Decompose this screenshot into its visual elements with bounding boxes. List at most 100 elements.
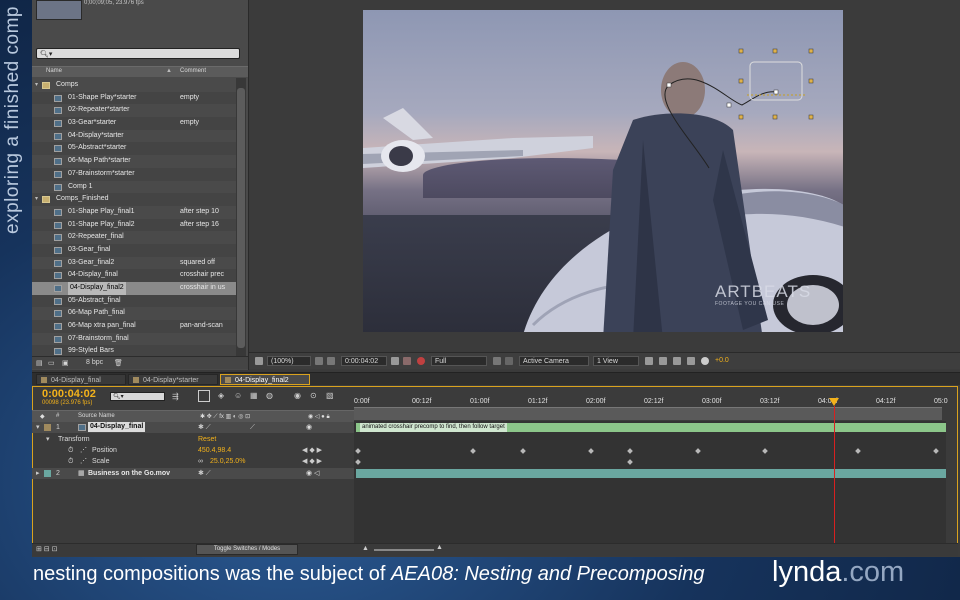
work-area-bar[interactable] (354, 407, 942, 420)
position-row[interactable]: ⏱︎ ⋰ Position 450.4,98.4 ◀ ◆ ▶ (32, 445, 354, 456)
project-comp-row[interactable]: 03-Gear*starter empty (32, 117, 236, 130)
video-frame[interactable]: ARTBEATS FOOTAGE YOU CAN USE (363, 10, 843, 332)
project-comp-row[interactable]: 01-Shape Play_final1 after step 10 (32, 206, 236, 219)
sort-icon[interactable]: ▲ (166, 68, 172, 74)
bpc-label[interactable]: 8 bpc (86, 359, 103, 366)
frame-blending-icon[interactable]: ▦ (250, 391, 258, 400)
layer-switch-icons[interactable]: ✱ ⟋ (198, 468, 211, 479)
timeline-icon[interactable] (673, 357, 681, 365)
project-comp-row[interactable]: 03-Gear_final (32, 243, 236, 257)
label-column-icon[interactable]: ◆ (40, 413, 45, 420)
project-comp-row[interactable]: 01-Shape Play_final2 after step 16 (32, 218, 236, 232)
view-layout-select[interactable]: 1 View (593, 356, 639, 366)
expand-triangle-icon[interactable]: ▾ (36, 422, 40, 433)
timeline-timecode[interactable]: 0:00:04:02 (42, 388, 96, 400)
track-area[interactable] (354, 421, 946, 545)
motion-blur-icon[interactable]: ◍ (266, 391, 273, 400)
project-comp-row[interactable]: 06-Map Path_final (32, 307, 236, 320)
project-comp-row[interactable]: 06-Map xtra pan_final pan-and-scan (32, 320, 236, 333)
show-channel-icon[interactable] (403, 357, 411, 365)
toggle-switches-modes-button[interactable]: Toggle Switches / Modes (196, 544, 298, 555)
brainstorm-icon[interactable]: ◉ (294, 391, 301, 400)
timeline-tab[interactable]: 04-Display_final (36, 374, 126, 385)
timeline-tab[interactable]: 04-Display_final2 (220, 374, 310, 385)
live-update-icon[interactable] (198, 390, 210, 402)
scale-row[interactable]: ⏱︎ ⋰ Scale ∞ 25.0,25.0% ◀ ◆ ▶ (32, 456, 354, 467)
keyframe-navigator[interactable]: ◀ ◆ ▶ (302, 445, 322, 456)
layer-name[interactable]: Business on the Go.mov (88, 468, 170, 479)
project-comp-row[interactable]: 05-Abstract*starter (32, 142, 236, 156)
project-comp-row[interactable]: 05-Abstract_final (32, 294, 236, 308)
project-search-input[interactable]: 🔍︎▾ (36, 48, 240, 59)
timeline-search-input[interactable]: 🔍︎▾ (110, 392, 165, 401)
expand-triangle-icon[interactable]: ▾ (46, 434, 50, 445)
collapse-transform-icon[interactable]: ✱ ⟋ (198, 422, 211, 433)
number-column-header[interactable]: # (56, 413, 59, 419)
layer-name[interactable]: 04-Display_final (88, 422, 146, 432)
quality-switch-icon[interactable]: ⟋ (250, 422, 255, 433)
zoom-out-icon[interactable]: ▲ (362, 545, 369, 552)
project-comp-row[interactable]: 06-Map Path*starter (32, 155, 236, 168)
expand-triangle-icon[interactable]: ▾ (35, 79, 38, 92)
graph-editor-icon[interactable]: ▧ (326, 391, 334, 400)
project-comp-row[interactable]: 04-Display*starter (32, 130, 236, 143)
constrain-proportions-icon[interactable]: ∞ (198, 456, 203, 467)
graph-icon[interactable]: ⋰ (80, 445, 87, 456)
viewer-timecode[interactable]: 0:00:04:02 (341, 356, 387, 366)
project-comp-row[interactable]: 02-Repeater*starter (32, 104, 236, 117)
project-comp-row[interactable]: 01-Shape Play*starter empty (32, 91, 236, 105)
timeline-tab[interactable]: 04-Display*starter (128, 374, 218, 385)
layer-row-2[interactable]: ▸ 2 ▦ Business on the Go.mov ✱ ⟋ ◉ ◁ (32, 468, 354, 479)
fast-previews-icon[interactable] (659, 357, 667, 365)
graph-icon[interactable]: ⋰ (80, 456, 87, 467)
name-column-header[interactable]: Name (46, 68, 62, 74)
stopwatch-icon[interactable]: ⏱︎ (68, 456, 73, 467)
time-ruler[interactable]: 0:00f 00:12f 01:00f 01:12f 02:00f 02:12f 03:00… (354, 393, 948, 421)
new-folder-icon[interactable]: ▭ (48, 359, 55, 367)
color-channel-icon[interactable] (417, 357, 425, 365)
project-scrollbar[interactable] (236, 78, 246, 358)
position-value[interactable]: 450.4,98.4 (198, 445, 231, 456)
exposure-value[interactable]: +0.0 (715, 357, 729, 364)
region-of-interest-icon[interactable] (493, 357, 501, 365)
project-comp-row[interactable]: 02-Repeater_final (32, 231, 236, 244)
zoom-in-icon[interactable]: ▲ (436, 544, 443, 551)
project-comp-row[interactable]: 03-Gear_final2 squared off (32, 257, 236, 270)
camera-select[interactable]: Active Camera (519, 356, 589, 366)
layer-switches-icon[interactable]: ⊞ ⊟ ⊡ (36, 545, 58, 553)
motion-path-overlay[interactable] (477, 20, 843, 332)
draft-3d-icon[interactable]: ◈ (218, 391, 224, 400)
comp-flowchart-icon[interactable] (687, 357, 695, 365)
always-preview-icon[interactable] (255, 357, 263, 365)
hide-shy-layers-icon[interactable]: ☺ (234, 391, 242, 400)
project-comp-row[interactable]: 04-Display_final2 crosshair in us (32, 282, 236, 295)
auto-keyframe-icon[interactable]: ⊙ (310, 391, 317, 400)
av-column-icons[interactable]: ◉ ◁ ● 🔒︎ (308, 413, 330, 421)
project-comp-row[interactable]: Comp 1 (32, 181, 236, 194)
current-time-indicator-head[interactable] (829, 398, 839, 406)
switches-column-icons[interactable]: ✱ ✥ ⟋ fx ▥ ◐ ◎ ⊡ (200, 413, 250, 421)
audio-video-icon[interactable]: ◉ ◁ (306, 468, 319, 479)
magnification-select[interactable]: (100%) (267, 356, 311, 366)
transparency-grid-icon[interactable] (505, 357, 513, 365)
expand-triangle-icon[interactable]: ▸ (36, 468, 40, 479)
project-comp-row[interactable]: 07-Brainstorm*starter (32, 167, 236, 181)
zoom-slider[interactable] (374, 549, 434, 551)
stopwatch-icon[interactable]: ⏱︎ (68, 445, 73, 456)
layer-2-duration-bar[interactable] (356, 469, 946, 478)
resolution-select[interactable]: Full (431, 356, 487, 366)
comp-mini-flowchart-icon[interactable]: ⇶ (172, 392, 179, 401)
scrollbar-thumb[interactable] (237, 88, 245, 348)
new-comp-icon[interactable]: ▣ (62, 359, 69, 367)
layer-row-1[interactable]: ▾ 1 04-Display_final ✱ ⟋ ⟋ ◉ (32, 422, 354, 433)
comment-column-header[interactable]: Comment (180, 68, 206, 74)
project-comp-row[interactable]: 07-Brainstorm_final (32, 333, 236, 346)
snapshot-icon[interactable] (391, 357, 399, 365)
mask-icon[interactable] (327, 357, 335, 365)
project-folder-row[interactable]: ▾ Comps_Finished (32, 193, 236, 206)
grid-icon[interactable] (315, 357, 323, 365)
exposure-icon[interactable] (701, 357, 709, 365)
scale-value[interactable]: 25.0,25.0% (210, 456, 245, 467)
video-visibility-icon[interactable]: ◉ (306, 422, 312, 433)
reset-link[interactable]: Reset (198, 434, 216, 445)
